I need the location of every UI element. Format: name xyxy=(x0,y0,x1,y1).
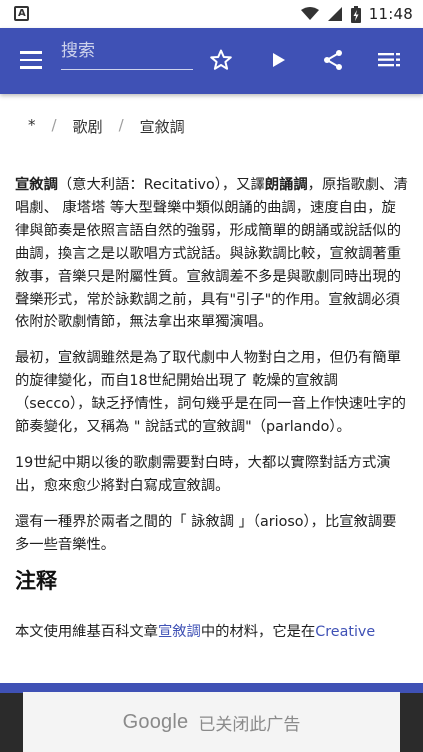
app-notification-icon: A xyxy=(14,6,29,21)
app-toolbar xyxy=(0,28,423,94)
article-link[interactable]: 宣敘調 xyxy=(158,624,201,640)
battery-icon xyxy=(350,5,361,23)
breadcrumb-separator: / xyxy=(51,116,57,134)
status-bar: A 11:48 xyxy=(0,0,423,28)
share-icon[interactable] xyxy=(319,46,347,74)
search-box xyxy=(61,36,193,70)
wifi-icon xyxy=(300,7,319,20)
paragraph-19th-century: 19世紀中期以後的歌劇需要對白時，大都以實際對話方式演出，愈來愈少將對白寫成宣敘… xyxy=(15,454,391,494)
breadcrumb-current: 宣敘調 xyxy=(139,118,185,136)
signal-icon xyxy=(327,7,342,21)
breadcrumb: * / 歌剧 / 宣敘調 xyxy=(28,116,185,137)
term-bold: 宣敘調 xyxy=(15,177,58,193)
paragraph-history: 最初，宣敘調雖然是為了取代劇中人物對白之用，但仍有簡單的旋律變化，而自18世紀開… xyxy=(15,350,406,436)
status-time: 11:48 xyxy=(368,5,413,23)
breadcrumb-separator: / xyxy=(118,116,124,134)
paragraph-intro: 宣敘調（意大利語：Recitativo），又譯朗誦調，原指歌劇、清唱劇、 康塔塔… xyxy=(15,177,408,331)
play-icon[interactable] xyxy=(264,46,292,74)
paragraph-arioso: 還有一種界於兩者之間的「 詠敘調 」（arioso），比宣敘調要多一些音樂性。 xyxy=(15,513,397,553)
menu-icon[interactable] xyxy=(20,51,44,71)
ad-closed-text: 已关闭此广告 xyxy=(198,714,301,735)
paragraph-attribution: 本文使用維基百科文章宣敘調中的材料，它是在Creative xyxy=(15,623,376,640)
star-icon[interactable] xyxy=(207,46,235,74)
term-bold: 朗誦調 xyxy=(264,177,308,193)
license-link[interactable]: Creative xyxy=(315,624,375,640)
google-logo: Google xyxy=(122,710,189,733)
ad-banner[interactable]: Google 已关闭此广告 xyxy=(23,692,400,752)
article-body: 宣敘調（意大利語：Recitativo），又譯朗誦調，原指歌劇、清唱劇、 康塔塔… xyxy=(15,174,408,656)
status-icons: 11:48 xyxy=(300,4,413,24)
search-input[interactable] xyxy=(61,36,193,66)
playlist-icon[interactable] xyxy=(376,46,404,74)
breadcrumb-opera[interactable]: 歌剧 xyxy=(73,116,103,137)
breadcrumb-home[interactable]: * xyxy=(28,116,36,137)
section-heading-notes: 注释 xyxy=(15,568,57,593)
